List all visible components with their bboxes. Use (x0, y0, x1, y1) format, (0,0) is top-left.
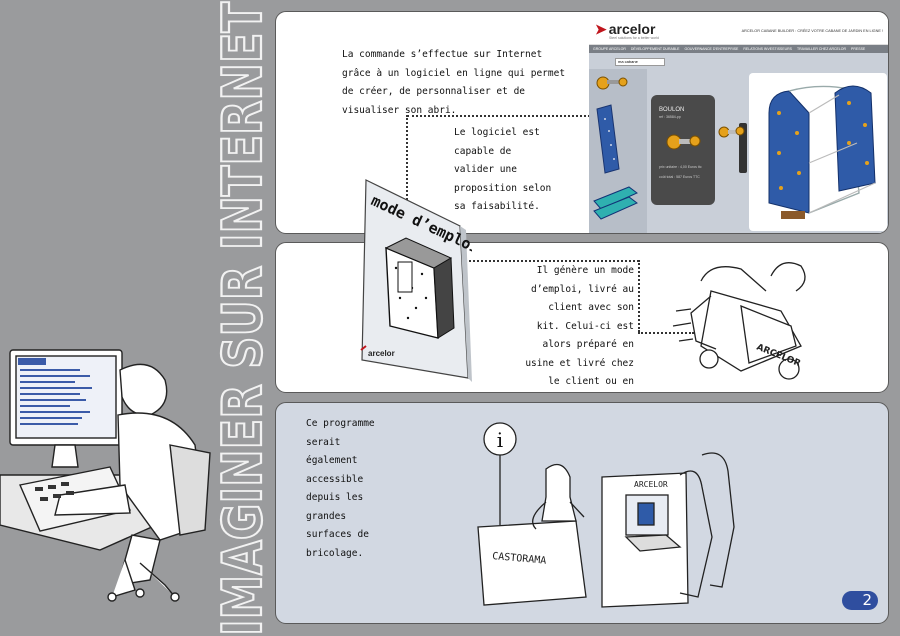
part-ref: ref : 36584-pp (659, 115, 681, 119)
part-name: BOULON (659, 107, 685, 113)
bolt-icon (596, 76, 628, 90)
bolt-icon (718, 126, 745, 138)
website-screenshot: ➤ arcelor Steel solutions for a better wo… (589, 17, 888, 233)
website-tagline: Steel solutions for a better world (609, 36, 659, 40)
bolt-icon (666, 134, 701, 150)
manual-description: Il génère un mode d’emploi, livré au cli… (525, 265, 634, 387)
nav-item[interactable]: TRAVAILLER CHEZ ARCELOR (797, 47, 846, 51)
part-detail-card: BOULON ref : 36584-pp prix unitaire : 4,… (651, 95, 715, 205)
store-description: Ce programme serait également accessible… (306, 418, 375, 559)
website-title: ARCELOR CABANE BUILDER : CRÉEZ VOTRE CAB… (741, 29, 883, 33)
nav-item[interactable]: PRESSE (851, 47, 865, 51)
delivery-truck-sketch: ARCELOR (672, 262, 806, 380)
nav-item[interactable]: DÉVELOPPEMENT DURABLE (631, 47, 680, 51)
3d-viewer[interactable] (749, 73, 887, 231)
nav-item[interactable]: RELATIONS INVESTISSEURS (743, 47, 792, 51)
vertical-title-text: IMAGINER SUR INTERNET (213, 2, 273, 636)
parts-library (589, 69, 647, 233)
kiosk-label: ARCELOR (634, 480, 668, 489)
info-sign-label: i (497, 428, 503, 452)
person-at-computer-sketch (0, 349, 211, 602)
panel-diy-store: Ce programme serait également accessible… (275, 402, 889, 624)
manual-logo: arcelor (368, 349, 395, 358)
page-number: 2 (842, 591, 878, 610)
nav-item[interactable]: GROUPE ARCELOR (593, 47, 626, 51)
part-price: prix unitaire : 4,00 Euros ttc coût tota… (659, 165, 702, 179)
dotted-connector (638, 260, 640, 332)
nav-item[interactable]: GOUVERNANCE D'ENTREPRISE (684, 47, 738, 51)
project-name-input[interactable]: ma cabane (615, 58, 665, 66)
website-nav: GROUPE ARCELOR DÉVELOPPEMENT DURABLE GOU… (589, 45, 888, 53)
shelter-3d-model (768, 85, 876, 219)
dotted-connector (407, 115, 590, 117)
order-description: La commande s’effectue sur Internet grâc… (342, 49, 566, 116)
manual-booklet: mode d’emploi arcelor (356, 178, 482, 383)
vertical-title: IMAGINER SUR INTERNET (210, 0, 275, 636)
store-scene-sketch: i CASTORAMA ARCELOR (477, 422, 735, 608)
dotted-connector (461, 260, 639, 262)
